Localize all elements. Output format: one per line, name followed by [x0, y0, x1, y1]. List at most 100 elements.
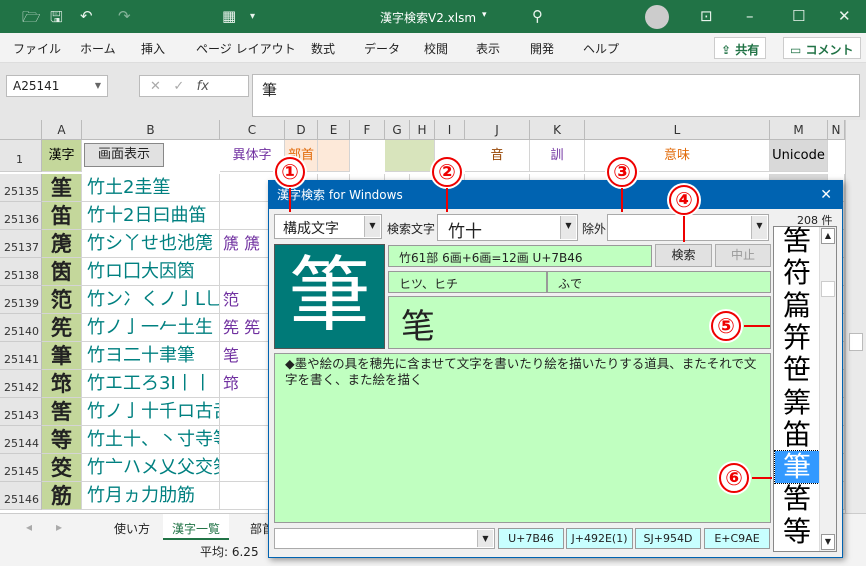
- row-header[interactable]: 25140: [0, 314, 42, 342]
- row-header[interactable]: 25139: [0, 286, 42, 314]
- column-header[interactable]: A: [42, 120, 82, 140]
- row-header[interactable]: 1: [0, 140, 42, 172]
- kanji-cell[interactable]: 筀: [42, 174, 82, 202]
- kanji-cell[interactable]: 筃: [42, 258, 82, 286]
- chevron-down-icon[interactable]: ▼: [751, 216, 767, 239]
- scrollbar-thumb[interactable]: [849, 333, 863, 351]
- table-icon[interactable]: ▦: [222, 7, 236, 25]
- column-header[interactable]: I: [435, 120, 465, 140]
- result-item[interactable]: 筈: [775, 483, 819, 515]
- ribbon-display-icon[interactable]: ⊡: [700, 7, 713, 25]
- decomposition-cell[interactable]: 竹ノ亅十千ロ古舌筈: [82, 398, 220, 426]
- close-icon[interactable]: ✕: [838, 7, 851, 25]
- result-item[interactable]: 筈: [775, 227, 819, 257]
- column-header[interactable]: E: [318, 120, 350, 140]
- cancel-icon[interactable]: ✕: [150, 79, 161, 94]
- tab-review[interactable]: 校閲: [424, 40, 448, 57]
- minimize-icon[interactable]: –: [746, 7, 754, 25]
- vertical-scrollbar[interactable]: [845, 120, 866, 513]
- tab-data[interactable]: データ: [364, 40, 400, 57]
- column-header[interactable]: C: [220, 120, 285, 140]
- row-header[interactable]: 25141: [0, 342, 42, 370]
- row-header[interactable]: 25136: [0, 202, 42, 230]
- result-item[interactable]: 等: [775, 515, 819, 548]
- decomposition-cell[interactable]: 竹エ工ろ3I丨丨: [82, 370, 220, 398]
- column-header[interactable]: J: [465, 120, 530, 140]
- select-all-corner[interactable]: [0, 120, 42, 140]
- column-header[interactable]: K: [530, 120, 585, 140]
- row-header[interactable]: 25142: [0, 370, 42, 398]
- chevron-down-icon[interactable]: ▼: [364, 216, 380, 237]
- scroll-up-icon[interactable]: ▲: [821, 228, 835, 244]
- kanji-cell[interactable]: 筅: [42, 314, 82, 342]
- save-icon[interactable]: 🖫: [50, 7, 63, 32]
- decomposition-cell[interactable]: 竹ヨ二十聿筆: [82, 342, 220, 370]
- result-item[interactable]: 篇: [775, 289, 819, 322]
- decomposition-cell[interactable]: 竹十2日曰曲笛: [82, 202, 220, 230]
- undo-icon[interactable]: ↶: [80, 7, 93, 25]
- column-header[interactable]: N: [828, 120, 845, 140]
- result-list[interactable]: 等筈筆笛筭笹笄篇符筈 ▲ ▼: [773, 226, 837, 552]
- search-icon[interactable]: ⚲: [532, 7, 543, 25]
- share-button[interactable]: ⇪ 共有: [714, 37, 767, 59]
- column-header[interactable]: G: [385, 120, 410, 140]
- column-header[interactable]: M: [770, 120, 828, 140]
- search-input[interactable]: 竹十 ▼: [437, 214, 578, 242]
- result-item[interactable]: 筆: [774, 450, 820, 485]
- result-item[interactable]: 符: [775, 257, 819, 289]
- column-header[interactable]: F: [350, 120, 385, 140]
- chevron-down-icon[interactable]: ▼: [477, 530, 493, 547]
- decomposition-cell[interactable]: 竹土2圭筀: [82, 174, 220, 202]
- tab-formulas[interactable]: 数式: [311, 40, 335, 57]
- decomposition-cell[interactable]: 竹月ヵ力肋筋: [82, 482, 220, 510]
- result-item[interactable]: 笹: [775, 354, 819, 386]
- tab-home[interactable]: ホーム: [80, 40, 116, 57]
- kanji-cell[interactable]: 等: [42, 426, 82, 454]
- tab-page-layout[interactable]: ページ レイアウト: [196, 40, 296, 57]
- result-item[interactable]: 笄: [775, 321, 819, 354]
- column-header[interactable]: B: [82, 120, 220, 140]
- customize-icon[interactable]: ▾: [250, 11, 255, 22]
- decomposition-cell[interactable]: 竹ロ囗大因筃: [82, 258, 220, 286]
- function-icon[interactable]: fx: [197, 79, 209, 94]
- row-header[interactable]: 25146: [0, 482, 42, 510]
- result-item[interactable]: 笛: [775, 418, 819, 451]
- mode-select[interactable]: 構成文字 ▼: [274, 214, 382, 239]
- list-scroll-thumb[interactable]: [821, 281, 835, 297]
- row-header[interactable]: 25138: [0, 258, 42, 286]
- column-header[interactable]: H: [410, 120, 435, 140]
- sheet-tab-usage[interactable]: 使い方: [114, 520, 150, 537]
- next-sheet-icon[interactable]: ▸: [56, 520, 62, 534]
- scroll-down-icon[interactable]: ▼: [821, 534, 835, 550]
- redo-icon[interactable]: ↷: [118, 7, 131, 25]
- kanji-cell[interactable]: 筈: [42, 398, 82, 426]
- row-header[interactable]: 25137: [0, 230, 42, 258]
- tab-file[interactable]: ファイル: [13, 40, 61, 57]
- search-button[interactable]: 検索: [655, 244, 712, 267]
- row-header[interactable]: 25144: [0, 426, 42, 454]
- kanji-cell[interactable]: 筆: [42, 342, 82, 370]
- row-header[interactable]: 25143: [0, 398, 42, 426]
- avatar[interactable]: [645, 5, 669, 29]
- comment-button[interactable]: ▭ コメント: [783, 37, 861, 59]
- kanji-cell[interactable]: 笛: [42, 202, 82, 230]
- decomposition-cell[interactable]: 竹ノ亅一𠂉土生: [82, 314, 220, 342]
- exclude-input[interactable]: ▼: [607, 214, 769, 241]
- decomposition-cell[interactable]: 竹シ丫せ也池箎: [82, 230, 220, 258]
- formula-input[interactable]: 筆: [252, 74, 860, 117]
- stop-button[interactable]: 中止: [715, 244, 771, 267]
- result-item[interactable]: 筭: [775, 386, 819, 419]
- kanji-cell[interactable]: 筊: [42, 454, 82, 482]
- list-scrollbar[interactable]: ▲ ▼: [819, 227, 836, 551]
- dialog-close-icon[interactable]: ✕: [820, 181, 832, 209]
- sheet-tab-kanji-list[interactable]: 漢字一覧: [163, 514, 230, 541]
- tab-view[interactable]: 表示: [476, 40, 500, 57]
- decomposition-cell[interactable]: 竹土十、丶寸寺等: [82, 426, 220, 454]
- kanji-cell[interactable]: 筋: [42, 482, 82, 510]
- maximize-icon[interactable]: ☐: [792, 7, 805, 25]
- prev-sheet-icon[interactable]: ◂: [26, 520, 32, 534]
- column-header[interactable]: D: [285, 120, 318, 140]
- title-caret-icon[interactable]: ▾: [482, 10, 487, 20]
- kanji-cell[interactable]: 筇: [42, 370, 82, 398]
- tab-insert[interactable]: 挿入: [141, 40, 165, 57]
